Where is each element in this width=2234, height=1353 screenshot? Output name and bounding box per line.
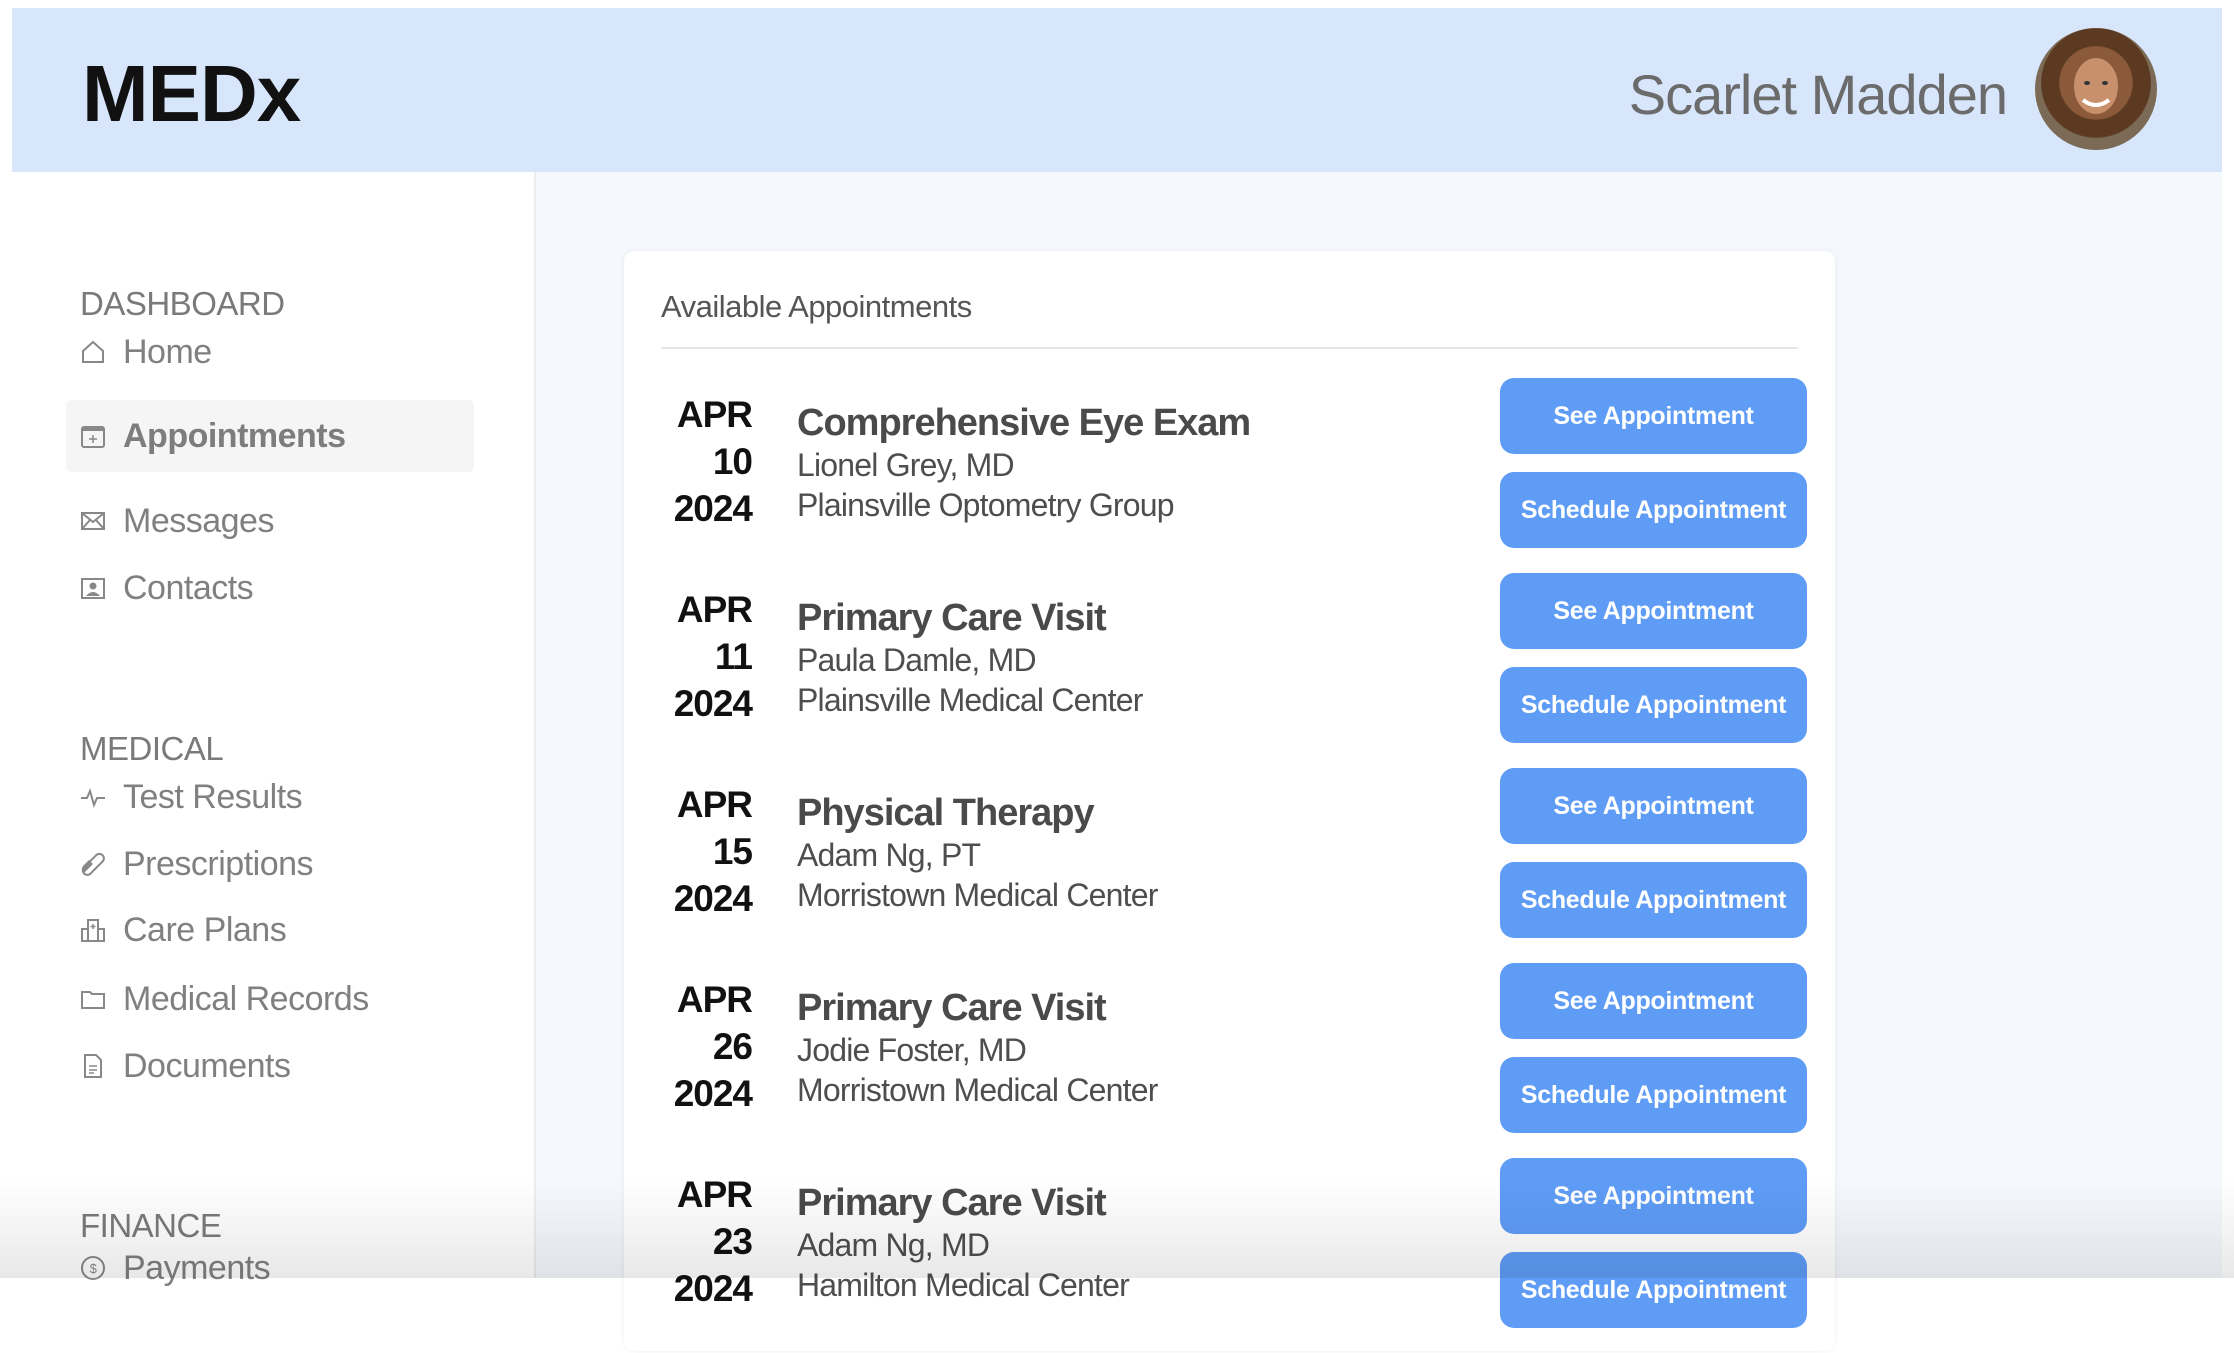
schedule-appointment-button[interactable]: Schedule Appointment <box>1500 472 1807 548</box>
appointment-title: Comprehensive Eye Exam <box>797 402 1251 444</box>
appointment-title: Physical Therapy <box>797 792 1095 834</box>
sidebar-item-label: Messages <box>123 501 274 540</box>
calendar-plus-icon <box>81 426 105 448</box>
user-name[interactable]: Scarlet Madden <box>1629 62 2008 127</box>
svg-text:$: $ <box>90 1261 98 1276</box>
document-icon <box>84 1054 102 1078</box>
card-title: Available Appointments <box>661 289 972 324</box>
date-month: APR <box>676 784 753 825</box>
sidebar: DASHBOARD Home Appointments Messages Contact… <box>12 172 536 1287</box>
see-appointment-button[interactable]: See Appointment <box>1500 963 1807 1039</box>
envelope-icon <box>81 512 105 530</box>
top-header: MEDx Scarlet Madden <box>12 8 2222 172</box>
appointment-row: APR 23 2024 Primary Care Visit Adam Ng, MD Ha… <box>661 1158 1807 1353</box>
appointment-date: APR 26 2024 <box>661 976 753 1117</box>
appointment-row: APR 26 2024 Primary Care Visit Jodie Foster,… <box>661 963 1807 1158</box>
folder-icon <box>81 991 105 1009</box>
appointments-card: Available Appointments APR 10 2024 Comprehe… <box>624 251 1835 1351</box>
sidebar-item-documents[interactable]: Documents <box>66 1030 474 1102</box>
avatar[interactable] <box>2035 28 2157 150</box>
sidebar-item-label: Payments <box>123 1248 271 1287</box>
sidebar-item-label: Care Plans <box>123 910 287 949</box>
sidebar-item-contacts[interactable]: Contacts <box>66 552 474 624</box>
contact-card-icon <box>81 578 105 599</box>
pill-icon <box>81 852 105 876</box>
sidebar-item-home[interactable]: Home <box>66 316 474 388</box>
appointment-title: Primary Care Visit <box>797 597 1107 639</box>
sidebar-item-prescriptions[interactable]: Prescriptions <box>66 828 474 900</box>
sidebar-item-care-plans[interactable]: Care Plans <box>66 894 474 966</box>
appointment-row: APR 10 2024 Comprehensive Eye Exam Lionel Gr… <box>661 378 1807 573</box>
home-icon <box>82 340 104 363</box>
appointment-row: APR 11 2024 Primary Care Visit Paula Damle, … <box>661 573 1807 768</box>
sidebar-item-test-results[interactable]: Test Results <box>66 761 474 833</box>
appointment-doctor: Jodie Foster, MD <box>797 1032 1027 1068</box>
appointment-location: Plainsville Optometry Group <box>797 487 1175 523</box>
date-day: 15 <box>712 831 753 872</box>
date-year: 2024 <box>673 488 753 529</box>
appointment-location: Hamilton Medical Center <box>797 1267 1130 1303</box>
schedule-appointment-button[interactable]: Schedule Appointment <box>1500 1057 1807 1133</box>
date-day: 11 <box>714 636 753 677</box>
appointment-location: Plainsville Medical Center <box>797 682 1143 718</box>
see-appointment-button[interactable]: See Appointment <box>1500 378 1807 454</box>
appointment-doctor: Adam Ng, MD <box>797 1227 990 1263</box>
appointment-doctor: Adam Ng, PT <box>797 837 981 873</box>
appointment-title: Primary Care Visit <box>797 987 1107 1029</box>
see-appointment-button[interactable]: See Appointment <box>1500 768 1807 844</box>
appointment-doctor: Lionel Grey, MD <box>797 447 1015 483</box>
dollar-coin-icon: $ <box>81 1256 105 1280</box>
pulse-icon <box>81 788 105 808</box>
date-day: 10 <box>712 441 753 482</box>
sidebar-item-medical-records[interactable]: Medical Records <box>66 963 474 1035</box>
hospital-icon <box>81 919 105 942</box>
sidebar-item-label: Prescriptions <box>123 844 314 883</box>
appointment-location: Morristown Medical Center <box>797 877 1158 913</box>
sidebar-item-label: Appointments <box>123 416 346 455</box>
appointment-location: Morristown Medical Center <box>797 1072 1158 1108</box>
sidebar-item-label: Home <box>123 332 212 371</box>
date-year: 2024 <box>673 878 753 919</box>
app-logo[interactable]: MEDx <box>82 48 301 140</box>
appointment-date: APR 10 2024 <box>661 391 753 532</box>
date-month: APR <box>676 394 753 435</box>
schedule-appointment-button[interactable]: Schedule Appointment <box>1500 1252 1807 1328</box>
schedule-appointment-button[interactable]: Schedule Appointment <box>1500 667 1807 743</box>
schedule-appointment-button[interactable]: Schedule Appointment <box>1500 862 1807 938</box>
appointment-row: APR 15 2024 Physical Therapy Adam Ng, PT Morr… <box>661 768 1807 963</box>
date-year: 2024 <box>673 683 753 724</box>
appointment-date: APR 15 2024 <box>661 781 753 922</box>
sidebar-item-payments[interactable]: $ Payments <box>66 1232 474 1304</box>
sidebar-item-label: Medical Records <box>123 979 369 1018</box>
sidebar-item-messages[interactable]: Messages <box>66 485 474 557</box>
date-month: APR <box>676 589 753 630</box>
date-month: APR <box>676 1174 753 1215</box>
divider <box>661 347 1798 349</box>
appointment-doctor: Paula Damle, MD <box>797 642 1037 678</box>
sidebar-item-appointments[interactable]: Appointments <box>66 400 474 472</box>
appointment-date: APR 11 2024 <box>661 586 753 727</box>
date-year: 2024 <box>673 1073 753 1114</box>
sidebar-item-label: Documents <box>123 1046 291 1085</box>
see-appointment-button[interactable]: See Appointment <box>1500 573 1807 649</box>
date-day: 26 <box>712 1026 753 1067</box>
sidebar-item-label: Test Results <box>123 777 303 816</box>
appointment-title: Primary Care Visit <box>797 1182 1107 1224</box>
date-year: 2024 <box>673 1268 753 1309</box>
see-appointment-button[interactable]: See Appointment <box>1500 1158 1807 1234</box>
date-month: APR <box>676 979 753 1020</box>
sidebar-item-label: Contacts <box>123 568 254 607</box>
date-day: 23 <box>712 1221 753 1262</box>
appointment-date: APR 23 2024 <box>661 1171 753 1312</box>
